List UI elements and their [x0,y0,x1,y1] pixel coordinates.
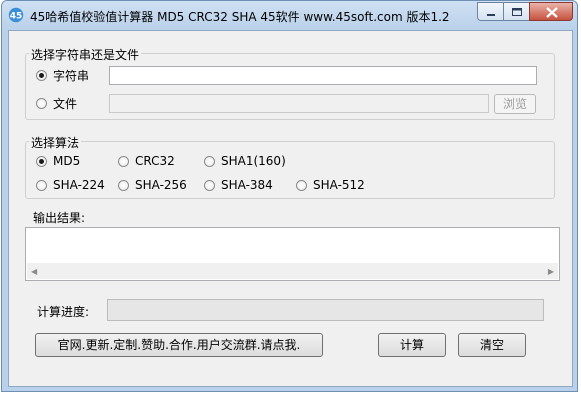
radio-crc32-indicator [118,155,129,167]
app-icon: 45 [8,7,24,23]
radio-sha512[interactable]: SHA-512 [296,178,365,192]
output-label: 输出结果: [33,211,86,225]
radio-sha224-label: SHA-224 [53,178,105,192]
scroll-right-icon[interactable]: ▶ [548,267,554,276]
radio-sha384-indicator [204,179,215,191]
source-group-title: 选择字符串还是文件 [29,46,142,63]
progress-label: 计算进度: [37,305,90,319]
radio-sha224[interactable]: SHA-224 [36,178,105,192]
clear-button[interactable]: 清空 [458,333,526,357]
radio-sha384-label: SHA-384 [221,178,273,192]
radio-string[interactable]: 字符串 [36,67,89,84]
string-input[interactable] [109,66,537,85]
close-button[interactable] [529,2,573,21]
algorithm-group-title: 选择算法 [29,134,82,151]
radio-md5-label: MD5 [53,154,81,168]
radio-sha512-label: SHA-512 [313,178,365,192]
algorithm-group: 选择算法 MD5 CRC32 SHA1(160) SHA-224 SHA-256 [25,134,555,199]
radio-md5[interactable]: MD5 [36,154,80,168]
radio-file-label: 文件 [53,97,78,111]
progress-bar [107,299,544,321]
title-bar: 45 45哈希值校验值计算器 MD5 CRC32 SHA 45软件 www.45… [2,1,577,30]
file-path-input[interactable] [109,94,489,113]
radio-string-label: 字符串 [53,69,90,83]
browse-button[interactable]: 浏览 [494,94,536,114]
svg-text:45: 45 [10,12,23,22]
radio-sha256-label: SHA-256 [135,178,187,192]
radio-md5-indicator [36,155,47,167]
maximize-icon [512,8,522,16]
maximize-button[interactable] [503,2,529,21]
compute-button[interactable]: 计算 [378,333,446,357]
radio-sha1-indicator [204,155,215,167]
window-title: 45哈希值校验值计算器 MD5 CRC32 SHA 45软件 www.45sof… [30,10,450,24]
close-icon [546,7,558,18]
output-horizontal-scrollbar[interactable]: ◀ ▶ [27,263,558,279]
radio-sha512-indicator [296,179,307,191]
radio-sha256[interactable]: SHA-256 [118,178,187,192]
app-window: 45 45哈希值校验值计算器 MD5 CRC32 SHA 45软件 www.45… [1,0,578,392]
radio-sha384[interactable]: SHA-384 [204,178,273,192]
radio-file-indicator [36,98,47,109]
scroll-left-icon[interactable]: ◀ [31,267,37,276]
client-area: 选择字符串还是文件 字符串 文件 浏览 选择算法 MD5 CRC32 SHA1(… [8,30,573,387]
radio-sha1[interactable]: SHA1(160) [204,154,286,168]
radio-sha256-indicator [118,179,129,191]
minimize-button[interactable] [477,2,503,21]
output-textarea[interactable]: ◀ ▶ [25,227,560,281]
radio-crc32[interactable]: CRC32 [118,154,175,168]
radio-string-indicator [36,70,47,81]
radio-sha224-indicator [36,179,47,191]
website-button[interactable]: 官网.更新.定制.赞助.合作.用户交流群.请点我. [35,333,323,357]
radio-sha1-label: SHA1(160) [221,154,286,168]
radio-crc32-label: CRC32 [135,154,175,168]
radio-file[interactable]: 文件 [36,95,77,112]
minimize-icon [487,14,495,16]
source-group: 选择字符串还是文件 字符串 文件 浏览 [25,46,555,120]
